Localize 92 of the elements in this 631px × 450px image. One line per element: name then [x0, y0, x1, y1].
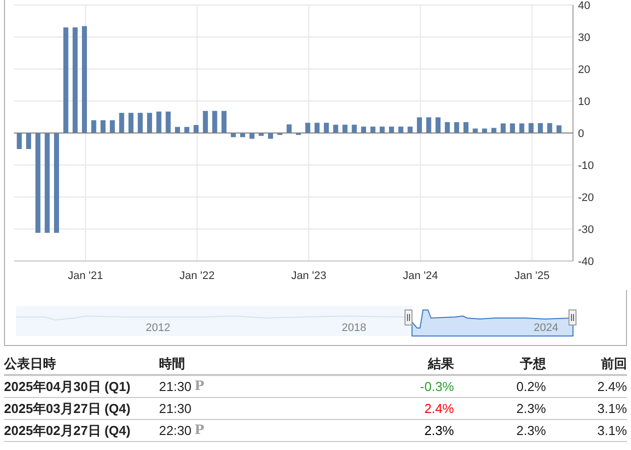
bar [352, 124, 357, 133]
previous-value: 3.1% [597, 422, 627, 438]
bar [380, 126, 385, 133]
column-header: 結果 [428, 356, 454, 372]
release-time: 22:30 [159, 422, 192, 440]
bar [110, 120, 115, 133]
bar [212, 110, 218, 133]
y-tick-label: 10 [578, 96, 590, 108]
bar [500, 123, 506, 133]
bar [324, 122, 329, 133]
forecast-value: 0.2% [516, 378, 546, 394]
bar [268, 133, 274, 139]
actual-value: 2.4% [424, 400, 454, 416]
bar [91, 120, 96, 133]
bar [305, 122, 310, 133]
bar [454, 122, 460, 133]
release-time: 21:30 [159, 378, 192, 396]
release-date: 2025年02月27日 (Q4) [4, 422, 130, 438]
release-date: 2025年04月30日 (Q1) [4, 378, 130, 394]
bar [556, 125, 562, 133]
bar [398, 126, 404, 133]
x-tick-label: Jan '22 [180, 270, 215, 282]
bar [519, 123, 524, 133]
preliminary-mark: P [194, 422, 204, 440]
bar [222, 110, 227, 133]
bar [138, 112, 143, 133]
bar [361, 126, 366, 133]
bar [258, 133, 264, 136]
bar [444, 122, 450, 133]
year-label: 2012 [146, 322, 170, 334]
bar [26, 133, 32, 149]
column-header: 時間 [159, 356, 185, 372]
previous-value: 3.1% [597, 400, 627, 416]
y-tick-label: 40 [578, 0, 590, 12]
bar [194, 125, 199, 133]
bar [156, 112, 162, 133]
release-date: 2025年03月27日 (Q4) [4, 400, 130, 416]
y-tick-label: 20 [578, 64, 590, 76]
range-handle[interactable] [568, 310, 576, 326]
x-tick-label: Jan '21 [68, 270, 103, 282]
bar [408, 126, 413, 133]
bar [370, 126, 376, 133]
x-tick-label: Jan '23 [291, 270, 326, 282]
year-label: 2018 [342, 322, 366, 334]
bar [389, 126, 394, 133]
bar [426, 117, 432, 133]
bar [491, 128, 496, 133]
bar [510, 123, 515, 133]
bar [538, 123, 543, 133]
actual-value: -0.3% [420, 378, 454, 394]
bar [333, 124, 338, 133]
bar [128, 112, 134, 133]
bar [528, 123, 534, 133]
bar [249, 133, 254, 139]
bar [547, 123, 552, 133]
bar [286, 124, 292, 133]
bar [147, 112, 152, 133]
bar [472, 128, 478, 133]
bar [482, 128, 488, 133]
actual-value: 2.3% [424, 422, 454, 438]
bar [119, 112, 124, 133]
y-tick-label: 0 [578, 128, 584, 140]
column-header: 前回 [601, 356, 627, 372]
y-tick-label: -30 [578, 224, 594, 236]
range-handle[interactable] [404, 310, 412, 326]
bar [342, 124, 348, 133]
bar [16, 133, 22, 149]
bar [202, 110, 208, 133]
year-label: 2024 [534, 322, 558, 334]
bar [100, 120, 106, 133]
bar [230, 133, 236, 138]
forecast-value: 2.3% [516, 400, 546, 416]
bar [463, 122, 468, 133]
preliminary-mark: P [194, 378, 204, 396]
bar [314, 122, 320, 133]
y-tick-label: -10 [578, 160, 594, 172]
release-time: 21:30 [159, 400, 192, 418]
bar [436, 117, 441, 133]
x-tick-label: Jan '24 [402, 270, 438, 282]
y-tick-label: -20 [578, 192, 594, 204]
bar [240, 133, 246, 138]
y-tick-label: 30 [578, 32, 590, 44]
x-tick-label: Jan '25 [514, 270, 550, 282]
bar [416, 117, 422, 133]
bar [175, 126, 180, 133]
previous-value: 2.4% [597, 378, 627, 394]
bar [166, 112, 171, 133]
y-tick-label: -40 [578, 256, 594, 268]
column-header: 公表日時 [4, 356, 56, 372]
column-header: 予想 [520, 356, 546, 372]
forecast-value: 2.3% [516, 422, 546, 438]
bar [184, 126, 190, 133]
